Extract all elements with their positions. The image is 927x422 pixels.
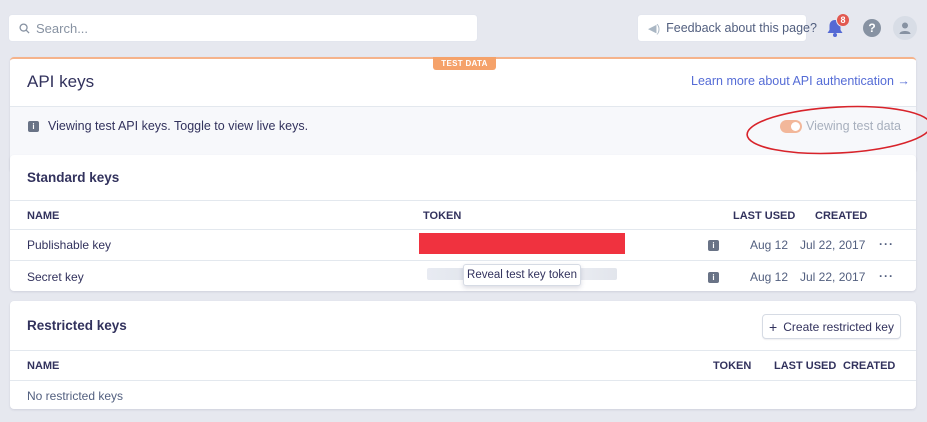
- column-header-token: TOKEN: [423, 210, 462, 222]
- key-name-publishable: Publishable key: [27, 238, 112, 252]
- empty-state-text: No restricted keys: [27, 389, 124, 403]
- info-icon: i: [28, 121, 39, 132]
- column-header-created: CREATED: [815, 210, 868, 222]
- key-name-secret: Secret key: [27, 270, 84, 284]
- search-placeholder: Search...: [36, 20, 89, 36]
- redacted-token[interactable]: [419, 233, 625, 254]
- restricted-keys-title: Restricted keys: [27, 318, 127, 333]
- megaphone-icon: ◀): [648, 22, 661, 35]
- divider: [10, 350, 916, 351]
- created-value: Jul 22, 2017: [800, 238, 866, 252]
- more-options-icon[interactable]: ···: [879, 237, 894, 251]
- column-header-last-used: LAST USED: [774, 360, 837, 372]
- column-header-name: NAME: [27, 210, 60, 222]
- create-restricted-key-button[interactable]: + Create restricted key: [762, 314, 901, 339]
- last-used-value: Aug 12: [750, 238, 789, 252]
- page-title: API keys: [27, 72, 95, 91]
- test-mode-info-text: Viewing test API keys. Toggle to view li…: [48, 119, 309, 133]
- search-input[interactable]: Search...: [8, 14, 478, 42]
- plus-icon: +: [769, 318, 778, 335]
- help-icon[interactable]: ?: [863, 19, 881, 37]
- create-button-label: Create restricted key: [783, 319, 894, 334]
- divider: [10, 229, 916, 230]
- column-header-created: CREATED: [843, 360, 896, 372]
- user-avatar-icon[interactable]: [893, 16, 917, 40]
- learn-more-link[interactable]: Learn more about API authentication →: [691, 74, 910, 88]
- created-value: Jul 22, 2017: [800, 270, 866, 284]
- annotation-circle: [746, 105, 927, 155]
- info-icon: i: [708, 272, 719, 283]
- test-data-badge: TEST DATA: [433, 57, 496, 70]
- column-header-token: TOKEN: [713, 360, 752, 372]
- column-header-last-used: LAST USED: [733, 210, 796, 222]
- column-header-name: NAME: [27, 360, 60, 372]
- last-used-value: Aug 12: [750, 270, 789, 284]
- notification-badge: 8: [836, 13, 850, 27]
- divider: [10, 200, 916, 201]
- standard-keys-title: Standard keys: [27, 170, 120, 185]
- search-icon: [19, 22, 30, 34]
- divider: [10, 380, 916, 381]
- feedback-button[interactable]: ◀) Feedback about this page?: [637, 14, 817, 42]
- divider: [10, 260, 916, 261]
- more-options-icon[interactable]: ···: [879, 269, 894, 283]
- reveal-token-tooltip[interactable]: Reveal test key token: [463, 264, 581, 286]
- person-icon: [899, 22, 911, 34]
- feedback-label: Feedback about this page?: [666, 21, 817, 35]
- info-icon: i: [708, 240, 719, 251]
